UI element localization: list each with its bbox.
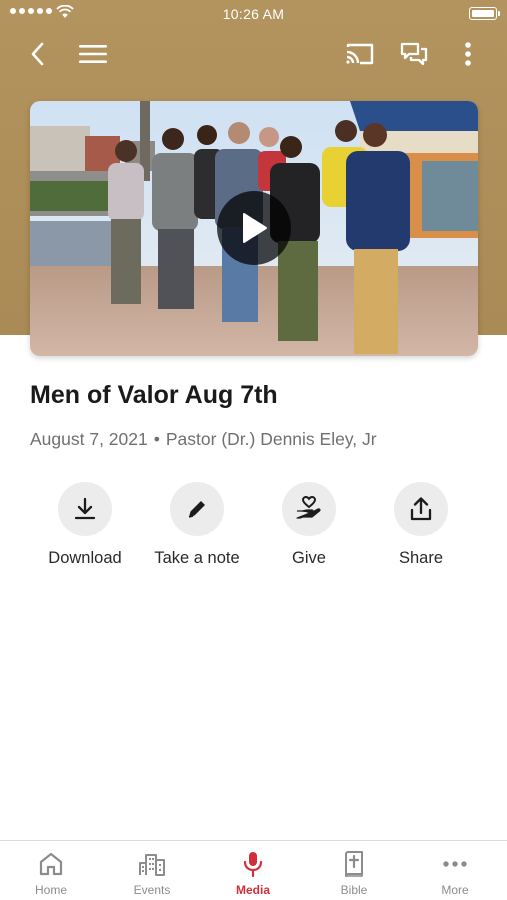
give-label: Give [292,549,326,567]
home-icon [39,852,63,876]
tab-media-label: Media [235,883,270,897]
download-label: Download [48,549,122,567]
share-button[interactable]: Share [366,482,476,568]
chat-bubbles-icon [400,42,428,66]
video-thumbnail[interactable] [30,101,478,356]
download-icon [74,497,96,520]
tab-bible[interactable]: Bible [309,849,399,897]
chat-button[interactable] [396,36,432,72]
take-note-button[interactable]: Take a note [142,482,252,568]
tab-events-label: Events [133,883,171,897]
bible-cross-icon [345,851,363,877]
horizontal-dots-icon [443,861,467,867]
share-label: Share [398,549,444,567]
vertical-dots-icon [465,42,471,66]
bottom-tab-bar: Home Events Media Bible More [0,840,507,900]
give-button[interactable]: Give [254,482,364,568]
giving-hand-heart-icon [296,496,321,519]
chevron-left-icon [31,42,44,66]
tab-home[interactable]: Home [6,849,96,897]
cast-icon [346,43,374,65]
media-speaker: Pastor (Dr.) Dennis Eley, Jr [165,429,377,449]
menu-button[interactable] [75,36,111,72]
tab-bible-label: Bible [340,883,368,897]
status-time: 10:26 AM [222,6,285,22]
tab-home-label: Home [34,883,67,897]
battery-icon [469,7,500,20]
download-button[interactable]: Download [30,482,140,568]
status-bar: 10:26 AM [0,0,507,28]
tab-media[interactable]: Media [208,849,298,897]
play-icon [243,213,267,243]
media-date: August 7, 2021 [30,429,148,449]
top-navigation [0,30,507,76]
meta-separator: • [153,429,160,449]
back-button[interactable] [20,36,56,72]
pencil-icon [188,501,205,518]
give-icon-circle [282,482,336,536]
media-title: Men of Valor Aug 7th [30,381,278,409]
tab-more-label: More [441,883,469,897]
microphone-icon [243,852,263,878]
share-icon-circle [394,482,448,536]
play-button[interactable] [217,191,291,265]
more-options-button[interactable] [450,36,486,72]
cast-button[interactable] [342,36,378,72]
share-upload-icon [410,497,432,521]
tab-more[interactable]: More [410,849,500,897]
media-meta: August 7, 2021 • Pastor (Dr.) Dennis Eley,… [30,429,377,450]
take-note-icon-circle [170,482,224,536]
city-buildings-icon [139,854,165,876]
media-actions: Download Take a note Give Share [0,482,507,582]
tab-events[interactable]: Events [107,849,197,897]
download-icon-circle [58,482,112,536]
hamburger-menu-icon [79,45,107,63]
take-note-label: Take a note [154,549,240,567]
